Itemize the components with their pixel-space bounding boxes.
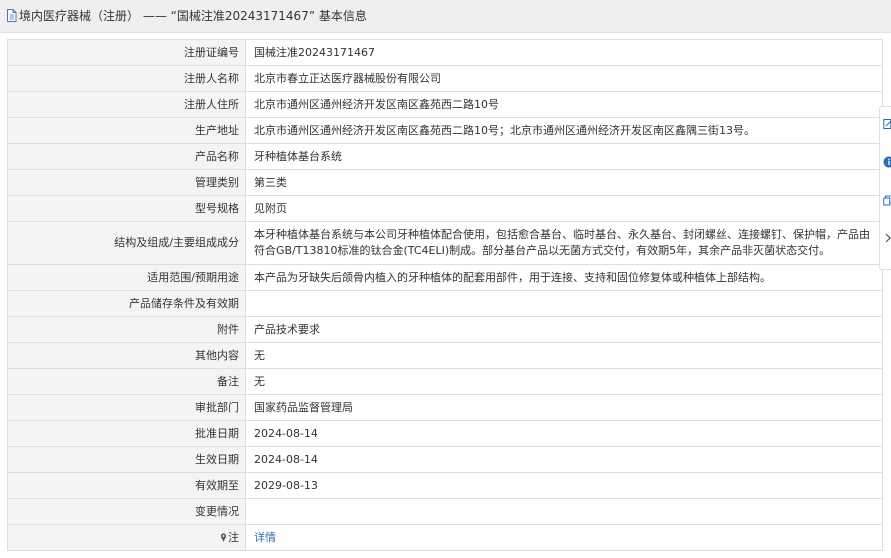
table-row: 注册人名称 北京市春立正达医疗器械股份有限公司 [7, 65, 883, 92]
row-value: 国械注准20243171467 [245, 39, 883, 66]
row-value [245, 290, 883, 317]
row-value: 详情 [245, 524, 883, 551]
row-label: 备注 [7, 368, 246, 395]
page-title: 境内医疗器械（注册） —— “国械注准20243171467” 基本信息 [19, 9, 367, 23]
row-value: 本产品为牙缺失后颌骨内植入的牙种植体的配套用部件，用于连接、支持和固位修复体或种… [245, 264, 883, 291]
row-value: 产品技术要求 [245, 316, 883, 343]
table-row: 适用范围/预期用途 本产品为牙缺失后颌骨内植入的牙种植体的配套用部件，用于连接、… [7, 264, 883, 291]
table-row: 产品名称 牙种植体基台系统 [7, 143, 883, 170]
row-label: 生产地址 [7, 117, 246, 144]
info-icon[interactable] [883, 155, 891, 169]
table-row: 结构及组成/主要组成成分 本牙种植体基台系统与本公司牙种植体配合使用，包括愈合基… [7, 221, 883, 265]
pin-icon [220, 532, 227, 542]
table-row: 备注 无 [7, 368, 883, 395]
row-value: 本牙种植体基台系统与本公司牙种植体配合使用，包括愈合基台、临时基台、永久基台、封… [245, 221, 883, 265]
row-value: 北京市春立正达医疗器械股份有限公司 [245, 65, 883, 92]
row-value: 无 [245, 368, 883, 395]
table-row: 注册人住所 北京市通州区通州经济开发区南区鑫苑西二路10号 [7, 91, 883, 118]
table-row: 生效日期 2024-08-14 [7, 446, 883, 473]
table-row: 产品储存条件及有效期 [7, 290, 883, 317]
row-label: 型号规格 [7, 195, 246, 222]
row-label: 附件 [7, 316, 246, 343]
row-label: 变更情况 [7, 498, 246, 525]
table-row: 生产地址 北京市通州区通州经济开发区南区鑫苑西二路10号；北京市通州区通州经济开… [7, 117, 883, 144]
table-row: 变更情况 [7, 498, 883, 525]
table-row: 其他内容 无 [7, 342, 883, 369]
row-value: 北京市通州区通州经济开发区南区鑫苑西二路10号；北京市通州区通州经济开发区南区鑫… [245, 117, 883, 144]
row-label: 注册人住所 [7, 91, 246, 118]
row-label: 有效期至 [7, 472, 246, 499]
row-label: 结构及组成/主要组成成分 [7, 221, 246, 265]
row-label: 产品名称 [7, 143, 246, 170]
table-row: 型号规格 见附页 [7, 195, 883, 222]
row-value: 2029-08-13 [245, 472, 883, 499]
table-row: 注 详情 [7, 524, 883, 551]
edit-icon[interactable] [883, 117, 891, 131]
row-label: 适用范围/预期用途 [7, 264, 246, 291]
row-label: 产品储存条件及有效期 [7, 290, 246, 317]
table-row: 审批部门 国家药品监督管理局 [7, 394, 883, 421]
info-table: 注册证编号 国械注准20243171467 注册人名称 北京市春立正达医疗器械股… [7, 39, 883, 551]
row-label: 审批部门 [7, 394, 246, 421]
row-label: 生效日期 [7, 446, 246, 473]
note-label: 注 [228, 530, 239, 544]
row-value: 见附页 [245, 195, 883, 222]
row-value: 2024-08-14 [245, 420, 883, 447]
side-toolbar [879, 106, 891, 270]
row-value [245, 498, 883, 525]
table-row: 注册证编号 国械注准20243171467 [7, 39, 883, 66]
table-row: 有效期至 2029-08-13 [7, 472, 883, 499]
row-value: 北京市通州区通州经济开发区南区鑫苑西二路10号 [245, 91, 883, 118]
table-row: 管理类别 第三类 [7, 169, 883, 196]
details-link[interactable]: 详情 [254, 531, 276, 544]
row-value: 无 [245, 342, 883, 369]
row-value: 牙种植体基台系统 [245, 143, 883, 170]
row-value: 2024-08-14 [245, 446, 883, 473]
table-row: 批准日期 2024-08-14 [7, 420, 883, 447]
row-label: 注册证编号 [7, 39, 246, 66]
note-label-cell: 注 [7, 524, 246, 551]
document-icon [7, 9, 17, 22]
copy-icon[interactable] [883, 193, 891, 207]
row-label: 管理类别 [7, 169, 246, 196]
row-value: 第三类 [245, 169, 883, 196]
row-label: 注册人名称 [7, 65, 246, 92]
table-row: 附件 产品技术要求 [7, 316, 883, 343]
row-label: 批准日期 [7, 420, 246, 447]
row-value: 国家药品监督管理局 [245, 394, 883, 421]
page-header: 境内医疗器械（注册） —— “国械注准20243171467” 基本信息 [0, 0, 891, 33]
chevron-right-icon[interactable] [883, 231, 891, 245]
row-label: 其他内容 [7, 342, 246, 369]
